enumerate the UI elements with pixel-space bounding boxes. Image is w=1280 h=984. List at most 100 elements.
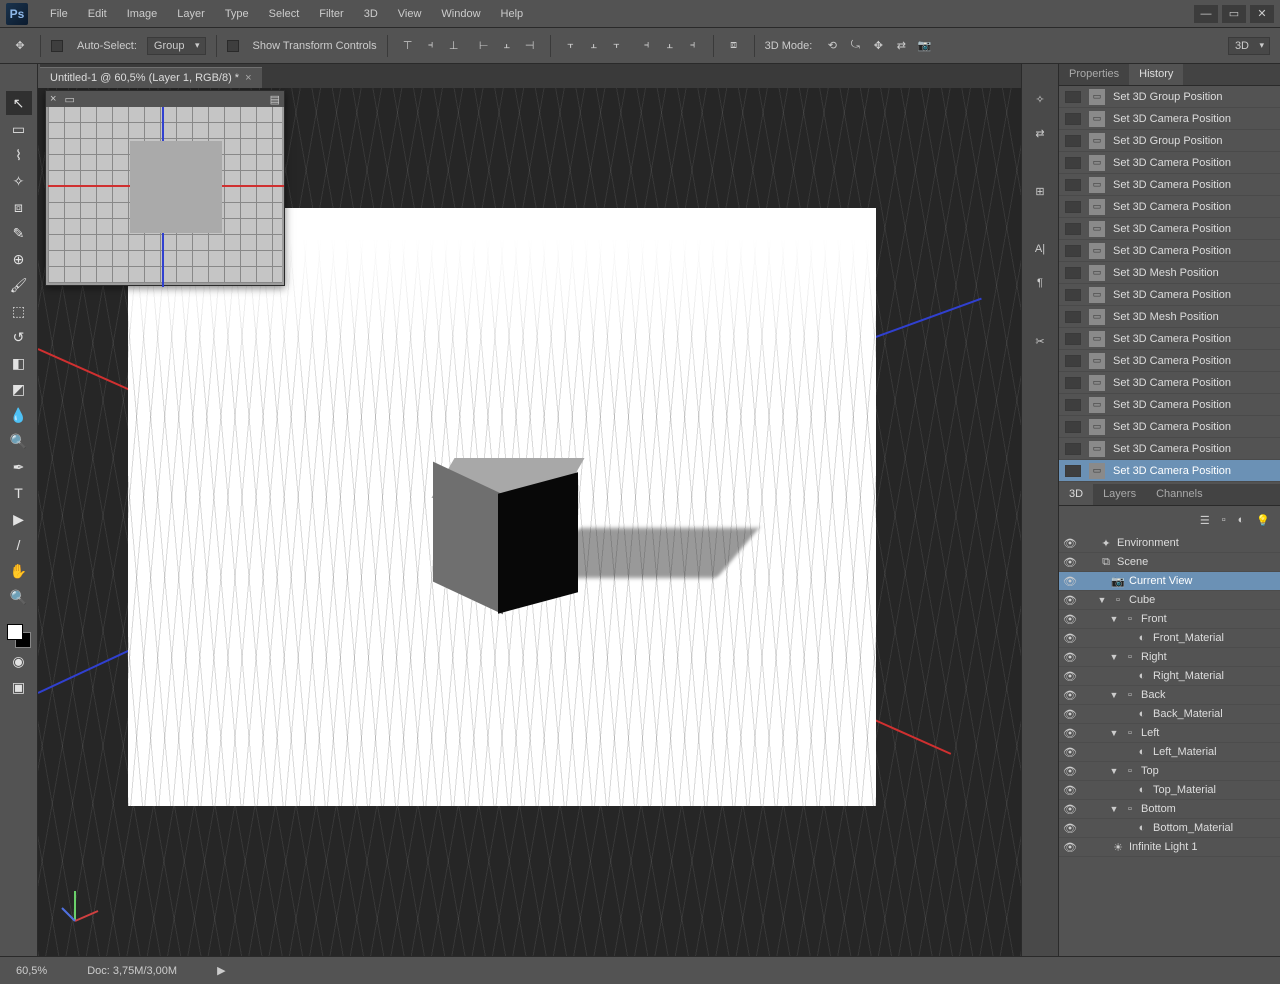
auto-select-dropdown[interactable]: Group	[147, 37, 206, 55]
scene-row[interactable]: 👁▼▫Top	[1059, 762, 1280, 781]
menu-view[interactable]: View	[388, 4, 432, 24]
distribute-vcenter-icon[interactable]: ⫠	[584, 36, 604, 56]
distribute-left-icon[interactable]: ⫞	[637, 36, 657, 56]
tab-channels[interactable]: Channels	[1146, 484, 1212, 505]
panel-icon[interactable]: ✂	[1029, 330, 1051, 352]
auto-align-icon[interactable]: ⧈	[724, 36, 744, 56]
3d-orbit-icon[interactable]: ⟲	[822, 36, 842, 56]
visibility-icon[interactable]: 👁	[1063, 689, 1077, 702]
visibility-icon[interactable]: 👁	[1063, 784, 1077, 797]
history-vis-icon[interactable]	[1065, 267, 1081, 279]
expand-icon[interactable]: ▼	[1109, 766, 1119, 776]
menu-image[interactable]: Image	[117, 4, 168, 24]
history-row[interactable]: ▭Set 3D Camera Position	[1059, 460, 1280, 482]
expand-icon[interactable]: ▼	[1109, 690, 1119, 700]
scene-row[interactable]: 👁✦Environment	[1059, 534, 1280, 553]
visibility-icon[interactable]: 👁	[1063, 727, 1077, 740]
visibility-icon[interactable]: 👁	[1063, 670, 1077, 683]
panel-icon[interactable]: ⊞	[1029, 180, 1051, 202]
scene-row[interactable]: 👁📷Current View	[1059, 572, 1280, 591]
move-tool[interactable]: ↖	[6, 91, 32, 115]
panel-icon[interactable]: ✧	[1029, 88, 1051, 110]
eyedropper-tool[interactable]: ✎	[6, 221, 32, 245]
scene-row[interactable]: 👁▼▫Right	[1059, 648, 1280, 667]
menu-layer[interactable]: Layer	[167, 4, 215, 24]
3d-view-dropdown[interactable]: 3D	[1228, 37, 1270, 55]
dodge-tool[interactable]: 🔍	[6, 429, 32, 453]
history-vis-icon[interactable]	[1065, 399, 1081, 411]
menu-3d[interactable]: 3D	[354, 4, 388, 24]
brush-tool[interactable]: 🖌	[6, 273, 32, 297]
distribute-hcenter-icon[interactable]: ⫠	[660, 36, 680, 56]
3d-cube-object[interactable]	[433, 458, 583, 603]
reference-close-icon[interactable]: ×	[46, 93, 60, 105]
history-row[interactable]: ▭Set 3D Camera Position	[1059, 372, 1280, 394]
marquee-tool[interactable]: ▭	[6, 117, 32, 141]
history-vis-icon[interactable]	[1065, 465, 1081, 477]
reference-window-header[interactable]: × ▭ ▤	[46, 91, 284, 107]
history-list[interactable]: ▭Set 3D Group Position▭Set 3D Camera Pos…	[1059, 86, 1280, 484]
align-top-icon[interactable]: ⊤	[398, 36, 418, 56]
menu-file[interactable]: File	[40, 4, 78, 24]
3d-pan-icon[interactable]: ✥	[868, 36, 888, 56]
align-right-icon[interactable]: ⊣	[520, 36, 540, 56]
history-vis-icon[interactable]	[1065, 223, 1081, 235]
scene-row[interactable]: 👁☀Infinite Light 1	[1059, 838, 1280, 857]
history-vis-icon[interactable]	[1065, 157, 1081, 169]
menu-window[interactable]: Window	[431, 4, 490, 24]
history-vis-icon[interactable]	[1065, 311, 1081, 323]
window-close-button[interactable]: ✕	[1250, 5, 1274, 23]
reference-menu-icon[interactable]: ▤	[266, 93, 284, 106]
pen-tool[interactable]: ✒	[6, 455, 32, 479]
align-left-icon[interactable]: ⊢	[474, 36, 494, 56]
scene-row[interactable]: 👁▼▫Left	[1059, 724, 1280, 743]
window-max-button[interactable]: ▭	[1222, 5, 1246, 23]
zoom-level[interactable]: 60,5%	[16, 965, 47, 977]
visibility-icon[interactable]: 👁	[1063, 575, 1077, 588]
history-vis-icon[interactable]	[1065, 377, 1081, 389]
menu-help[interactable]: Help	[491, 4, 534, 24]
history-row[interactable]: ▭Set 3D Camera Position	[1059, 438, 1280, 460]
quick-mask-tool[interactable]: ◉	[6, 649, 32, 673]
history-row[interactable]: ▭Set 3D Group Position	[1059, 86, 1280, 108]
visibility-icon[interactable]: 👁	[1063, 632, 1077, 645]
scene-row[interactable]: 👁▼▫Back	[1059, 686, 1280, 705]
visibility-icon[interactable]: 👁	[1063, 746, 1077, 759]
gradient-tool[interactable]: ◩	[6, 377, 32, 401]
character-panel-icon[interactable]: A|	[1029, 238, 1051, 260]
history-vis-icon[interactable]	[1065, 355, 1081, 367]
3d-scene-tree[interactable]: 👁✦Environment👁⧉Scene👁📷Current View👁▼▫Cub…	[1059, 534, 1280, 956]
window-min-button[interactable]: —	[1194, 5, 1218, 23]
history-row[interactable]: ▭Set 3D Mesh Position	[1059, 262, 1280, 284]
history-row[interactable]: ▭Set 3D Camera Position	[1059, 218, 1280, 240]
filter-light-icon[interactable]: 💡	[1256, 514, 1270, 527]
document-tab[interactable]: Untitled-1 @ 60,5% (Layer 1, RGB/8) * ×	[40, 67, 262, 88]
fg-color[interactable]	[7, 624, 23, 640]
lasso-tool[interactable]: ⌇	[6, 143, 32, 167]
stamp-tool[interactable]: ⬚	[6, 299, 32, 323]
history-vis-icon[interactable]	[1065, 421, 1081, 433]
status-arrow-icon[interactable]: ▶	[217, 964, 225, 977]
visibility-icon[interactable]: 👁	[1063, 765, 1077, 778]
distribute-right-icon[interactable]: ⫞	[683, 36, 703, 56]
scene-row[interactable]: 👁◐Left_Material	[1059, 743, 1280, 762]
visibility-icon[interactable]: 👁	[1063, 537, 1077, 550]
history-row[interactable]: ▭Set 3D Camera Position	[1059, 108, 1280, 130]
history-vis-icon[interactable]	[1065, 179, 1081, 191]
screen-mode-tool[interactable]: ▣	[6, 675, 32, 699]
scene-row[interactable]: 👁◐Top_Material	[1059, 781, 1280, 800]
history-row[interactable]: ▭Set 3D Camera Position	[1059, 416, 1280, 438]
doc-info[interactable]: Doc: 3,75M/3,00M	[87, 965, 177, 977]
align-bottom-icon[interactable]: ⊥	[444, 36, 464, 56]
healing-tool[interactable]: ⊕	[6, 247, 32, 271]
path-select-tool[interactable]: ▶	[6, 507, 32, 531]
history-row[interactable]: ▭Set 3D Camera Position	[1059, 328, 1280, 350]
menu-edit[interactable]: Edit	[78, 4, 117, 24]
hand-tool[interactable]: ✋	[6, 559, 32, 583]
shape-tool[interactable]: /	[6, 533, 32, 557]
history-vis-icon[interactable]	[1065, 333, 1081, 345]
history-row[interactable]: ▭Set 3D Camera Position	[1059, 240, 1280, 262]
auto-select-checkbox[interactable]	[51, 40, 63, 52]
distribute-top-icon[interactable]: ⫟	[561, 36, 581, 56]
visibility-icon[interactable]: 👁	[1063, 651, 1077, 664]
